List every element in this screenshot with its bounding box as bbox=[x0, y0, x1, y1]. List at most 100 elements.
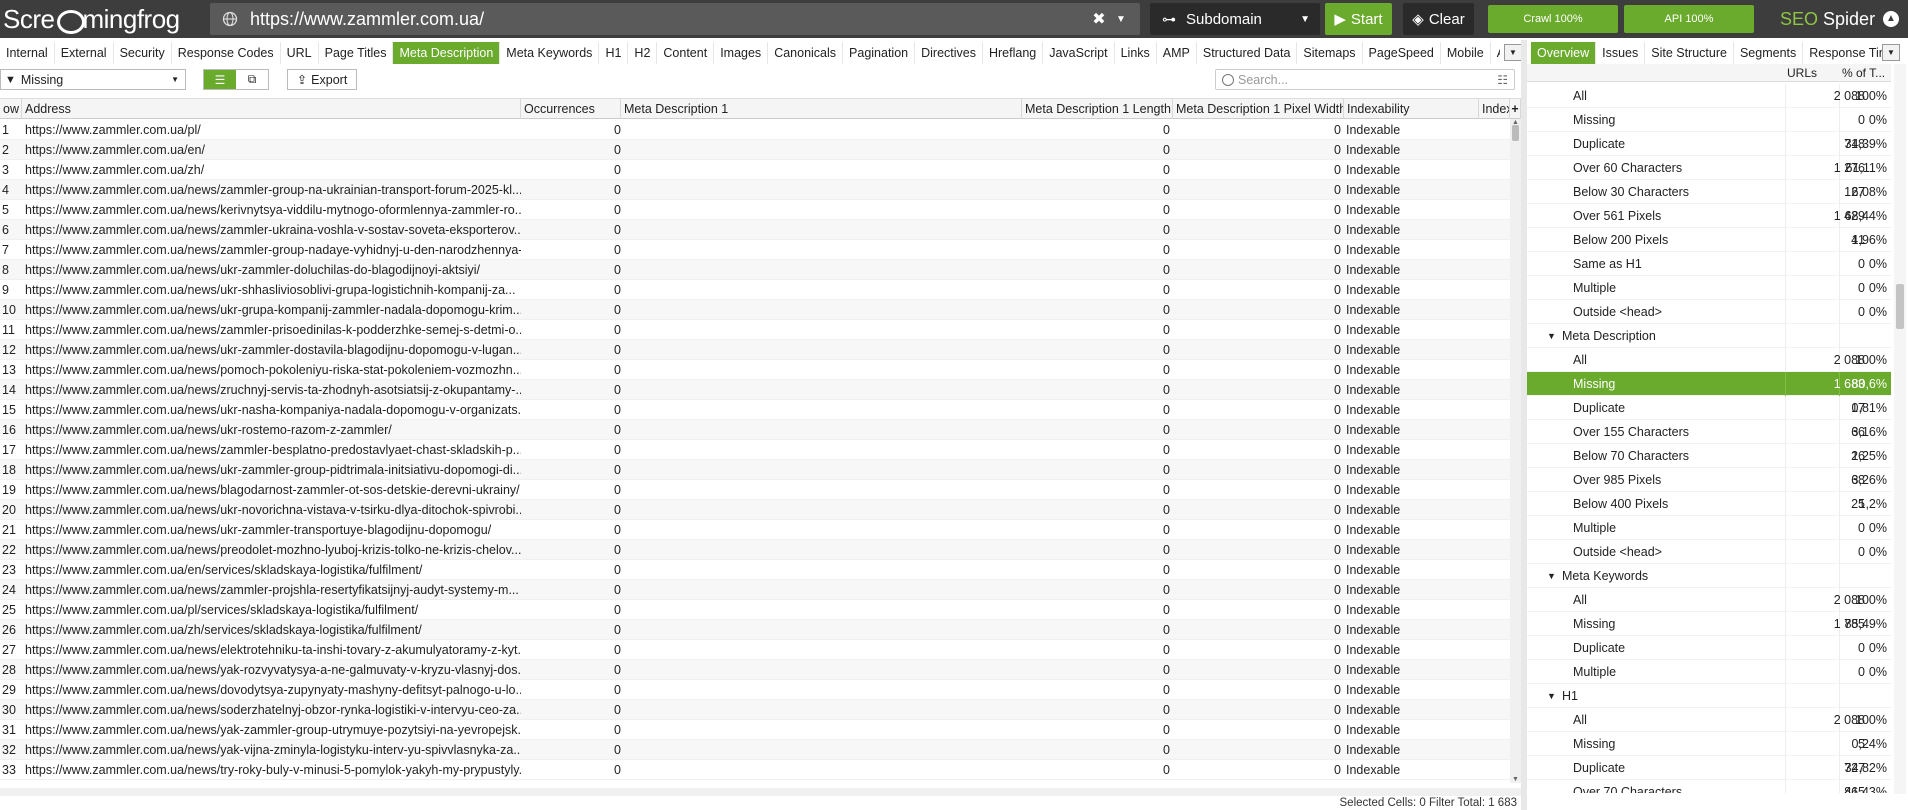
table-row[interactable]: 17 https://www.zammler.com.ua/news/zammle… bbox=[0, 440, 1510, 460]
table-row[interactable]: 14 https://www.zammler.com.ua/news/zruchn… bbox=[0, 380, 1510, 400]
overview-item-below-400-pixels[interactable]: Below 400 Pixels 25 1,2% bbox=[1527, 492, 1891, 516]
overview-item-missing[interactable]: Missing 1 683 80,6% bbox=[1527, 372, 1891, 396]
tab-pagination[interactable]: Pagination bbox=[843, 42, 916, 64]
tab-links[interactable]: Links bbox=[1115, 42, 1157, 64]
list-view-icon[interactable]: ☰ bbox=[204, 70, 236, 89]
tab-amp[interactable]: AMP bbox=[1157, 42, 1197, 64]
column-header-index-status[interactable]: Index bbox=[1479, 99, 1510, 119]
overview-item-duplicate[interactable]: Duplicate 17 0,81% bbox=[1527, 396, 1891, 420]
side-tab-response-tim[interactable]: Response Tim bbox=[1803, 42, 1891, 64]
tab-sitemaps[interactable]: Sitemaps bbox=[1297, 42, 1363, 64]
tab-meta-keywords[interactable]: Meta Keywords bbox=[500, 42, 600, 64]
tab-response-codes[interactable]: Response Codes bbox=[172, 42, 281, 64]
table-row[interactable]: 21 https://www.zammler.com.ua/news/ukr-za… bbox=[0, 520, 1510, 540]
overview-item-over-155-characters[interactable]: Over 155 Characters 66 3,16% bbox=[1527, 420, 1891, 444]
table-row[interactable]: 23 https://www.zammler.com.ua/en/services… bbox=[0, 560, 1510, 580]
search-input[interactable]: Search... ☷ bbox=[1215, 69, 1515, 90]
overview-item-all[interactable]: All 2 088 100% bbox=[1527, 588, 1891, 612]
table-row[interactable]: 10 https://www.zammler.com.ua/news/ukr-gr… bbox=[0, 300, 1510, 320]
overview-item-below-30-characters[interactable]: Below 30 Characters 127 6,08% bbox=[1527, 180, 1891, 204]
tab-external[interactable]: External bbox=[55, 42, 114, 64]
column-header-indexability[interactable]: Indexability bbox=[1344, 99, 1479, 119]
tab-page-titles[interactable]: Page Titles bbox=[319, 42, 394, 64]
column-header-md-length[interactable]: Meta Description 1 Length bbox=[1022, 99, 1173, 119]
table-row[interactable]: 12 https://www.zammler.com.ua/news/ukr-za… bbox=[0, 340, 1510, 360]
table-row[interactable]: 2 https://www.zammler.com.ua/en/0 0 0 Indexa… bbox=[0, 140, 1510, 160]
overview-column-urls[interactable]: URLs bbox=[1787, 64, 1817, 82]
table-row[interactable]: 6 https://www.zammler.com.ua/news/zammler… bbox=[0, 220, 1510, 240]
upgrade-icon[interactable]: ▲ bbox=[1883, 11, 1899, 27]
table-row[interactable]: 33 https://www.zammler.com.ua/news/try-ro… bbox=[0, 760, 1510, 780]
overview-item-duplicate[interactable]: Duplicate 718 34,39% bbox=[1527, 132, 1891, 156]
scrollbar-thumb[interactable] bbox=[1512, 125, 1519, 141]
overview-column-percent[interactable]: % of T... bbox=[1842, 64, 1885, 82]
tab-security[interactable]: Security bbox=[114, 42, 172, 64]
tab-pagespeed[interactable]: PageSpeed bbox=[1363, 42, 1441, 64]
column-header-md-pixel-width[interactable]: Meta Description 1 Pixel Width bbox=[1173, 99, 1344, 119]
side-tab-site-structure[interactable]: Site Structure bbox=[1645, 42, 1734, 64]
side-tab-segments[interactable]: Segments bbox=[1734, 42, 1804, 64]
table-row[interactable]: 25 https://www.zammler.com.ua/pl/services… bbox=[0, 600, 1510, 620]
side-tab-overview[interactable]: Overview bbox=[1531, 42, 1597, 64]
overview-section-meta-keywords[interactable]: ▼ Meta Keywords bbox=[1527, 564, 1891, 588]
expand-triangle-icon[interactable]: ▼ bbox=[1547, 684, 1556, 708]
table-row[interactable]: 27 https://www.zammler.com.ua/news/elektr… bbox=[0, 640, 1510, 660]
tab-meta-description[interactable]: Meta Description bbox=[393, 42, 501, 64]
expand-triangle-icon[interactable]: ▼ bbox=[1547, 324, 1556, 348]
add-column-icon[interactable]: + bbox=[1510, 99, 1521, 119]
table-row[interactable]: 4 https://www.zammler.com.ua/news/zammler… bbox=[0, 180, 1510, 200]
overview-item-over-985-pixels[interactable]: Over 985 Pixels 68 3,26% bbox=[1527, 468, 1891, 492]
table-vertical-scrollbar[interactable]: ▲ ▼ bbox=[1510, 119, 1521, 783]
overview-section-meta-description[interactable]: ▼ Meta Description bbox=[1527, 324, 1891, 348]
table-row[interactable]: 19 https://www.zammler.com.ua/news/blagod… bbox=[0, 480, 1510, 500]
tab-structured-data[interactable]: Structured Data bbox=[1197, 42, 1298, 64]
overview-item-multiple[interactable]: Multiple 0 0% bbox=[1527, 516, 1891, 540]
column-header-row[interactable]: ow bbox=[0, 99, 22, 119]
table-row[interactable]: 31 https://www.zammler.com.ua/news/yak-za… bbox=[0, 720, 1510, 740]
table-row[interactable]: 18 https://www.zammler.com.ua/news/ukr-za… bbox=[0, 460, 1510, 480]
table-row[interactable]: 13 https://www.zammler.com.ua/news/pomoch… bbox=[0, 360, 1510, 380]
overview-section-h1[interactable]: ▼ H1 bbox=[1527, 684, 1891, 708]
overview-item-multiple[interactable]: Multiple 0 0% bbox=[1527, 660, 1891, 684]
tab-mobile[interactable]: Mobile bbox=[1441, 42, 1491, 64]
crawl-mode-select[interactable]: ⊶ Subdomain ▼ bbox=[1150, 3, 1320, 35]
scroll-down-icon[interactable]: ▼ bbox=[1512, 776, 1519, 783]
tab-h1[interactable]: H1 bbox=[599, 42, 629, 64]
overview-item-all[interactable]: All 2 088 100% bbox=[1527, 84, 1891, 108]
tab-url[interactable]: URL bbox=[281, 42, 319, 64]
overview-item-outside-head[interactable]: Outside <head> 0 0% bbox=[1527, 540, 1891, 564]
table-row[interactable]: 5 https://www.zammler.com.ua/news/kerivny… bbox=[0, 200, 1510, 220]
overview-item-missing[interactable]: Missing 0 0% bbox=[1527, 108, 1891, 132]
overview-item-over-70-characters[interactable]: Over 70 Characters 865 41,43% bbox=[1527, 780, 1891, 793]
table-row[interactable]: 20 https://www.zammler.com.ua/news/ukr-no… bbox=[0, 500, 1510, 520]
overview-item-missing[interactable]: Missing 1 785 85,49% bbox=[1527, 612, 1891, 636]
table-row[interactable]: 26 https://www.zammler.com.ua/zh/services… bbox=[0, 620, 1510, 640]
tab-directives[interactable]: Directives bbox=[915, 42, 983, 64]
overview-item-duplicate[interactable]: Duplicate 0 0% bbox=[1527, 636, 1891, 660]
overview-item-same-as-h1[interactable]: Same as H1 0 0% bbox=[1527, 252, 1891, 276]
clear-url-icon[interactable]: ✖ bbox=[1088, 9, 1110, 29]
overview-item-all[interactable]: All 2 088 100% bbox=[1527, 708, 1891, 732]
url-input[interactable]: https://www.zammler.com.ua/ ✖ ▼ bbox=[210, 3, 1140, 35]
export-button[interactable]: ⇪ Export bbox=[287, 69, 357, 90]
tab-h2[interactable]: H2 bbox=[628, 42, 658, 64]
table-row[interactable]: 29 https://www.zammler.com.ua/news/dovody… bbox=[0, 680, 1510, 700]
overview-item-over-561-pixels[interactable]: Over 561 Pixels 1 429 68,44% bbox=[1527, 204, 1891, 228]
table-horizontal-scrollbar[interactable] bbox=[0, 788, 1521, 796]
tree-view-icon[interactable]: ⧉ bbox=[236, 70, 268, 89]
tab-content[interactable]: Content bbox=[657, 42, 715, 64]
table-row[interactable]: 28 https://www.zammler.com.ua/news/yak-ro… bbox=[0, 660, 1510, 680]
url-history-dropdown-icon[interactable]: ▼ bbox=[1110, 14, 1132, 25]
tab-javascript[interactable]: JavaScript bbox=[1043, 42, 1115, 64]
side-tab-issues[interactable]: Issues bbox=[1596, 42, 1646, 64]
more-tabs-chevron-icon[interactable]: ▼ bbox=[1504, 44, 1522, 61]
table-row[interactable]: 16 https://www.zammler.com.ua/news/ukr-ro… bbox=[0, 420, 1510, 440]
column-header-address[interactable]: Address bbox=[22, 99, 521, 119]
settings-sliders-icon[interactable]: ☷ bbox=[1497, 73, 1508, 87]
table-row[interactable]: 11 https://www.zammler.com.ua/news/zammle… bbox=[0, 320, 1510, 340]
start-button[interactable]: ▶ Start bbox=[1325, 3, 1392, 35]
clear-button[interactable]: ◈ Clear bbox=[1403, 3, 1474, 35]
tab-internal[interactable]: Internal bbox=[0, 42, 55, 64]
table-row[interactable]: 15 https://www.zammler.com.ua/news/ukr-na… bbox=[0, 400, 1510, 420]
overview-item-below-70-characters[interactable]: Below 70 Characters 26 1,25% bbox=[1527, 444, 1891, 468]
